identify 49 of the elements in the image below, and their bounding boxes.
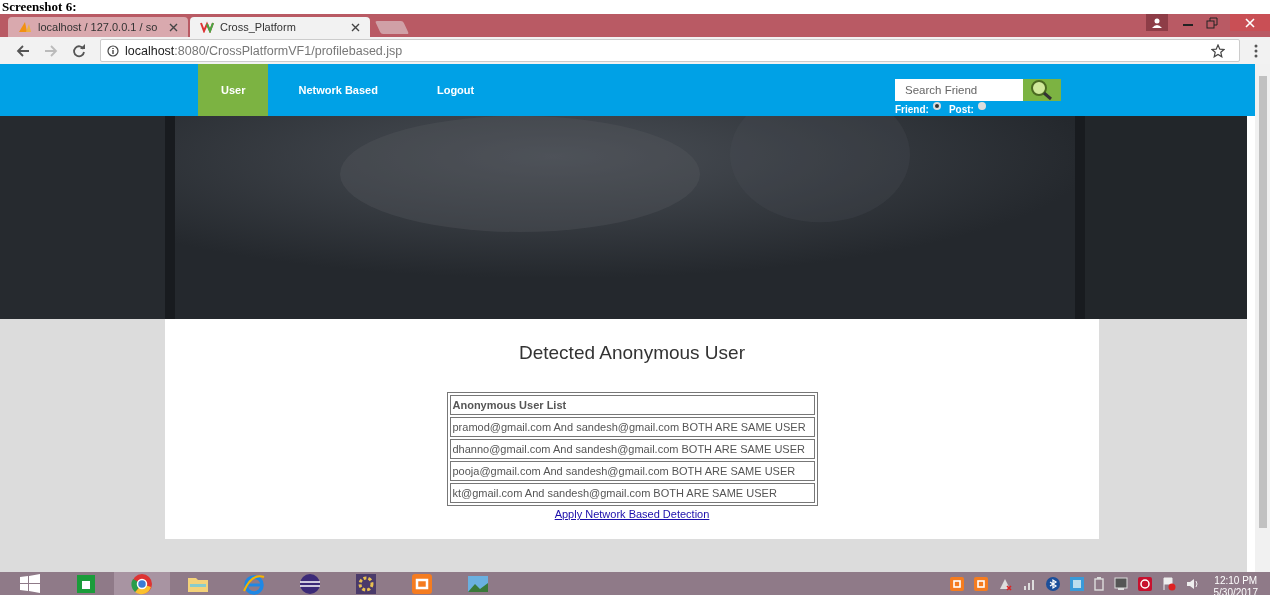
radio-button[interactable]	[977, 102, 986, 110]
gear-icon[interactable]	[354, 572, 378, 595]
screenshot-caption: Screenshot 6:	[2, 0, 77, 14]
person-icon	[1151, 17, 1163, 28]
address-bar[interactable]: localhost:8080/CrossPlatformVF1/profilebased.jsp	[100, 39, 1240, 62]
profile-button[interactable]	[1146, 14, 1168, 31]
scrollbar[interactable]	[1255, 64, 1270, 572]
close-icon	[1245, 17, 1255, 28]
leaf-icon	[200, 21, 214, 33]
page-heading: Detected Anonymous User	[519, 342, 745, 364]
battery-icon[interactable]	[1093, 576, 1104, 591]
radio-label: Post:	[948, 103, 974, 115]
star-icon[interactable]	[1211, 43, 1225, 58]
speaker-icon[interactable]	[1185, 576, 1200, 591]
windows-start-icon[interactable]	[18, 572, 42, 595]
browser-tab[interactable]: Cross_Platform	[190, 17, 370, 37]
search-button[interactable]	[1023, 79, 1061, 101]
radio-button[interactable]	[932, 102, 941, 110]
browser-tab[interactable]: localhost / 127.0.0.1 / so	[8, 17, 188, 37]
back-icon[interactable]	[16, 43, 30, 58]
flag-icon[interactable]	[1161, 576, 1176, 591]
table-cell: kt@gmail.com And sandesh@gmail.com BOTH ARE SAME USER	[449, 483, 815, 503]
table-cell: pooja@gmail.com And sandesh@gmail.com BOTH ARE SAME USER	[449, 461, 815, 481]
monitor-icon[interactable]	[1113, 576, 1128, 591]
app-icon[interactable]	[1069, 576, 1084, 591]
reload-icon[interactable]	[72, 43, 86, 58]
info-icon	[107, 44, 119, 57]
sail-icon	[18, 20, 32, 34]
close-button[interactable]	[1230, 14, 1270, 31]
table-header: Anonymous User List	[449, 395, 815, 415]
xampp-icon[interactable]	[949, 576, 964, 591]
clock-time: 12:10 PM	[1214, 575, 1258, 587]
taskbar-button[interactable]	[114, 572, 170, 595]
detection-link[interactable]: Apply Network Based Detection	[554, 508, 710, 520]
close-icon[interactable]	[169, 22, 178, 32]
xampp-icon[interactable]	[410, 572, 434, 595]
xampp-icon[interactable]	[973, 576, 988, 591]
bluetooth-icon[interactable]	[1045, 576, 1060, 591]
close-icon[interactable]	[351, 22, 360, 32]
globe-e-icon[interactable]	[242, 572, 266, 595]
menu-icon[interactable]	[1254, 43, 1258, 58]
radio-label: Friend:	[895, 103, 929, 115]
table-cell: pramod@gmail.com And sandesh@gmail.com BOTH ARE SAME USER	[449, 417, 815, 437]
shield-icon[interactable]	[1137, 576, 1152, 591]
browser-icon	[130, 572, 154, 595]
table-cell: dhanno@gmail.com And sandesh@gmail.com BOTH ARE SAME USER	[449, 439, 815, 459]
search-field[interactable]: Search Friend	[895, 79, 1023, 101]
restore-icon[interactable]	[1206, 17, 1218, 29]
store-icon[interactable]	[74, 572, 98, 595]
